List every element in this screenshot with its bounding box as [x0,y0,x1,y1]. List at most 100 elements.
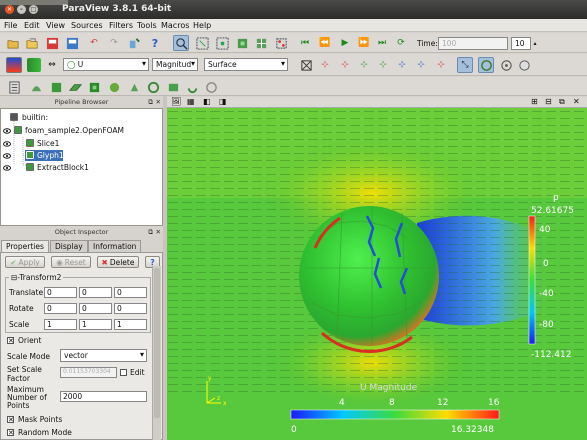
menu-file[interactable]: File [4,21,17,30]
view-minus-y-icon[interactable]: ⊹ [376,58,390,72]
max-points-input[interactable]: 2000 [60,391,147,402]
select-block-icon[interactable] [254,36,268,50]
clip-icon[interactable] [49,80,63,94]
connect-icon[interactable] [127,36,141,50]
render-canvas[interactable]: y x z p 52.61675 40 0 -40 -80 -112.412 U… [167,108,587,440]
close-panel-icon[interactable]: ✕ [156,98,161,106]
inspector-scrollbar[interactable] [152,266,161,440]
extract-subset-icon[interactable] [107,80,121,94]
pipeline-item-slice1[interactable]: Slice1 [37,139,59,148]
pipeline-item-builtin[interactable]: builtin: [22,113,48,122]
translate-z-input[interactable]: 0 [114,287,147,298]
menu-help[interactable]: Help [193,21,211,30]
pick-center-icon[interactable] [499,58,513,72]
apply-button[interactable]: ✔ Apply [5,256,45,268]
camera-undo-icon[interactable]: ◧ [203,97,211,106]
reset-camera-icon[interactable] [173,35,189,51]
contour-icon[interactable] [29,80,43,94]
save-data-icon[interactable] [65,36,79,50]
color-legend-icon[interactable] [27,58,41,72]
tab-information[interactable]: Information [88,240,142,252]
camera-redo-icon[interactable]: ◨ [219,97,227,106]
close-window-icon[interactable]: ✕ [5,5,14,14]
visibility-eye-icon[interactable] [3,165,11,171]
rescale-range-icon[interactable]: ⇔ [45,58,59,72]
scalar-select[interactable]: ◯ U [63,58,149,71]
split-vertical-icon[interactable]: ⊟ [545,97,552,106]
tab-properties[interactable]: Properties [1,240,49,252]
menu-edit[interactable]: Edit [24,21,40,30]
reset-camera-view-icon[interactable] [299,58,313,72]
glyph-icon[interactable] [127,80,141,94]
delete-button[interactable]: ✖ Delete [97,256,139,268]
play-icon[interactable]: ▶ [338,36,352,50]
scale-mode-select[interactable]: vector [60,349,147,362]
select-cells-icon[interactable] [195,36,209,50]
calculator-icon[interactable] [7,80,21,94]
stream-tracer-icon[interactable] [146,80,160,94]
redo-icon[interactable]: ↷ [107,36,121,50]
close-panel-icon[interactable]: ✕ [156,228,161,236]
capture-image-icon[interactable]: 🖼 [171,97,181,106]
extract-level-icon[interactable] [204,80,218,94]
help-icon[interactable]: ? [148,36,162,50]
warp-vector-icon[interactable] [166,80,180,94]
view-plus-z-icon[interactable]: ⊹ [395,58,409,72]
view-settings-icon[interactable]: ▦ [187,97,195,106]
component-select[interactable]: Magnitud [152,58,198,71]
random-mode-checkbox[interactable]: ✕ [7,429,14,437]
time-step-spin-icon[interactable]: ▴ [531,37,539,50]
scale-y-input[interactable]: 1 [79,319,112,330]
select-frustum-icon[interactable] [235,36,249,50]
menu-macros[interactable]: Macros [161,21,189,30]
save-state-icon[interactable] [45,36,59,50]
open-folder-icon[interactable] [6,36,20,50]
view-plus-y-icon[interactable]: ⊹ [357,58,371,72]
scale-x-input[interactable]: 1 [44,319,77,330]
render-view[interactable]: y x z p 52.61675 40 0 -40 -80 -112.412 U… [167,108,587,440]
view-iso-icon[interactable]: ⊹ [434,58,448,72]
maximize-window-icon[interactable]: □ [29,5,38,14]
minimize-window-icon[interactable]: – [17,5,26,14]
visibility-eye-icon[interactable] [3,141,11,147]
transform-group-title[interactable]: ⊟-Transform2 [9,273,64,282]
loop-icon[interactable]: ⟳ [394,36,408,50]
translate-y-input[interactable]: 0 [79,287,112,298]
pipeline-item-foam[interactable]: foam_sample2.OpenFOAM [25,126,124,135]
visibility-eye-icon[interactable] [3,153,11,159]
view-plus-x-icon[interactable]: ⊹ [318,58,332,72]
menu-tools[interactable]: Tools [137,21,157,30]
rotate-y-input[interactable]: 0 [79,303,112,314]
mask-points-checkbox[interactable]: ✕ [7,416,14,424]
rotate-z-input[interactable]: 0 [114,303,147,314]
threshold-icon[interactable] [87,80,101,94]
scrollbar-handle[interactable] [154,268,160,418]
orient-checkbox[interactable]: ✕ [7,337,14,345]
slice-icon[interactable] [68,80,82,94]
open-file-icon[interactable] [25,36,39,50]
menu-sources[interactable]: Sources [71,21,103,30]
menu-filters[interactable]: Filters [109,21,133,30]
rotation-center-icon[interactable] [517,58,531,72]
menu-view[interactable]: View [46,21,65,30]
scale-z-input[interactable]: 1 [114,319,147,330]
close-view-icon[interactable]: ✕ [573,97,580,106]
float-panel-icon[interactable]: ⧉ [148,98,153,107]
first-frame-icon[interactable]: ⏮ [298,36,312,50]
interaction-mode-icon[interactable]: ⤡ [457,57,473,73]
translate-x-input[interactable]: 0 [44,287,77,298]
view-minus-x-icon[interactable]: ⊹ [338,58,352,72]
pipeline-item-extractblock1[interactable]: ExtractBlock1 [37,163,89,172]
scale-factor-edit-checkbox[interactable] [120,369,127,376]
tab-display[interactable]: Display [50,240,88,252]
split-horizontal-icon[interactable]: ⊞ [531,97,538,106]
float-panel-icon[interactable]: ⧉ [148,228,153,237]
next-frame-icon[interactable]: ⏩ [357,36,371,50]
center-axes-icon[interactable] [478,57,494,73]
undo-icon[interactable]: ↶ [87,36,101,50]
last-frame-icon[interactable]: ⏭ [375,36,389,50]
previous-frame-icon[interactable]: ⏪ [318,36,332,50]
view-minus-z-icon[interactable]: ⊹ [414,58,428,72]
select-points-icon[interactable] [215,36,229,50]
select-points-on-icon[interactable] [274,36,288,50]
